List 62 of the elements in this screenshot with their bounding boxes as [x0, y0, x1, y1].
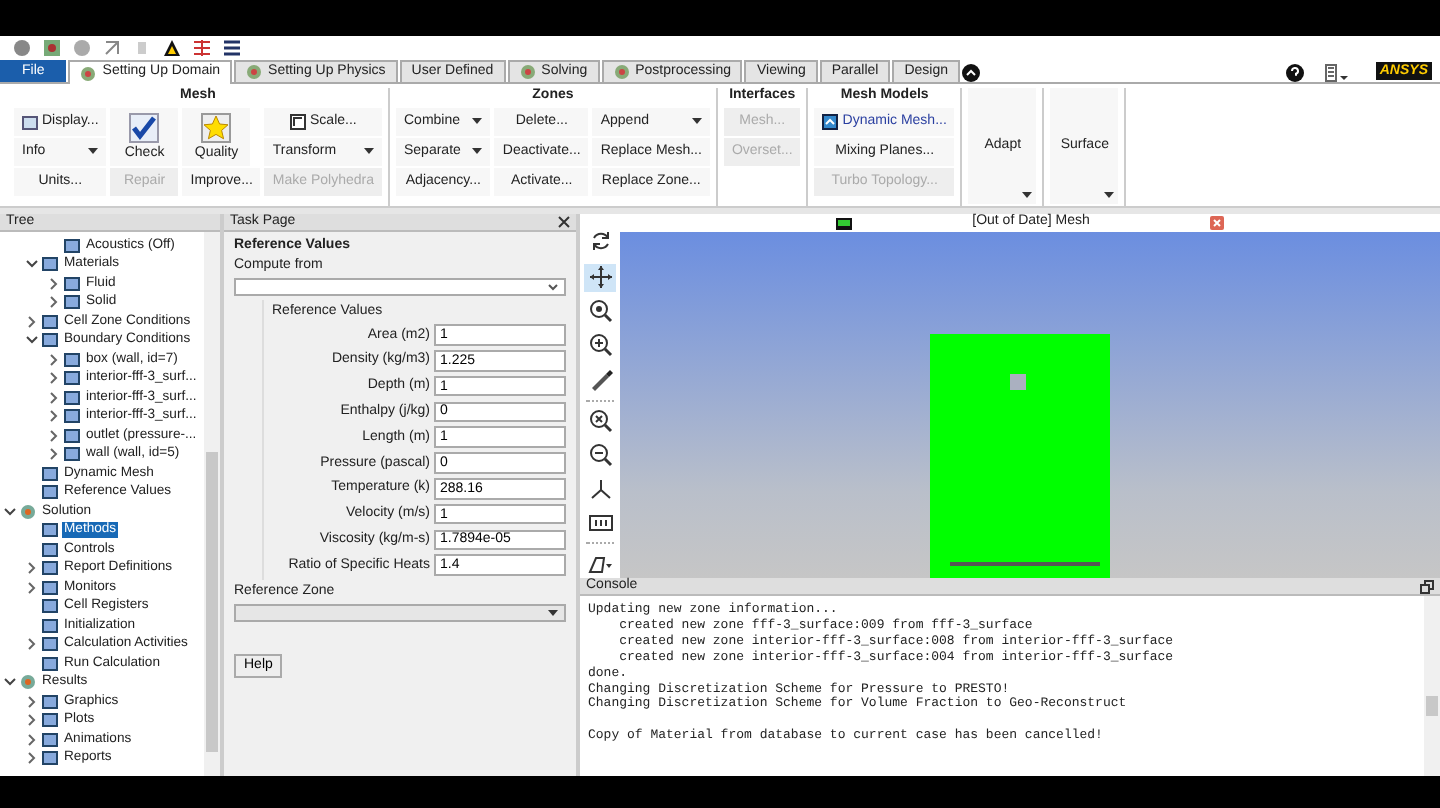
zoom-area-icon: [587, 407, 613, 434]
scrollbar[interactable]: [1424, 596, 1440, 776]
expander-icon[interactable]: [48, 410, 60, 423]
star-icon: [200, 111, 233, 144]
caret-icon: [472, 148, 483, 156]
expander-icon[interactable]: [26, 638, 38, 651]
tree-node-icon: [42, 256, 58, 273]
probe-icon: [587, 366, 613, 393]
expander-icon[interactable]: [26, 315, 38, 328]
toolbar-tool-icon[interactable]: [222, 38, 242, 58]
help-icon[interactable]: [1285, 64, 1304, 82]
expander-icon[interactable]: [26, 752, 38, 765]
zoom-fit-icon: [587, 298, 613, 325]
display-icon: [22, 113, 38, 131]
scrollbar[interactable]: [204, 232, 220, 776]
expander-icon[interactable]: [26, 714, 38, 727]
tree-node-icon: [20, 503, 36, 520]
toolbar-button[interactable]: [584, 331, 616, 360]
tree-node-icon: [20, 674, 36, 691]
collapse-ribbon-icon[interactable]: [962, 64, 981, 82]
toolbar-tool-icon[interactable]: [162, 38, 182, 58]
close-icon[interactable]: [558, 216, 570, 228]
zoom-in-icon: [587, 332, 613, 359]
tree-node-icon: [64, 237, 80, 254]
toolbar-button[interactable]: [584, 263, 616, 292]
expander-icon[interactable]: [26, 562, 38, 575]
caret-icon: [364, 148, 374, 156]
restore-icon[interactable]: [1420, 579, 1434, 593]
zoom-out-icon: [587, 441, 613, 468]
layout-icon[interactable]: [1323, 64, 1348, 82]
caret-icon: [691, 118, 702, 126]
expander-icon[interactable]: [48, 429, 60, 442]
caret-icon: [88, 148, 99, 156]
pan-icon: [587, 264, 613, 291]
expander-icon[interactable]: [26, 581, 38, 594]
expander-icon[interactable]: [26, 334, 38, 347]
caret-icon: [1022, 192, 1033, 200]
expander-icon[interactable]: [26, 695, 38, 708]
expander-icon[interactable]: [26, 733, 38, 746]
viewport-icon: [836, 217, 853, 229]
expander-icon[interactable]: [48, 296, 60, 309]
frame-icon: [587, 509, 613, 536]
expander-icon[interactable]: [48, 391, 60, 404]
toolbar-button[interactable]: [584, 440, 616, 469]
expander-icon[interactable]: [26, 258, 38, 271]
toolbar-tool-icon[interactable]: [42, 38, 62, 58]
caret-icon: [472, 118, 483, 126]
expander-icon[interactable]: [4, 505, 16, 518]
toolbar-button[interactable]: [584, 407, 616, 435]
expander-icon[interactable]: [4, 676, 16, 689]
caret-icon: [548, 284, 558, 293]
toolbar-button[interactable]: [584, 297, 616, 326]
caret-icon: [548, 610, 558, 619]
checkmark-icon: [128, 111, 161, 144]
view-menu-icon: [587, 551, 613, 578]
expander-icon[interactable]: [48, 448, 60, 461]
expander-icon[interactable]: [48, 277, 60, 290]
expander-icon[interactable]: [48, 372, 60, 385]
caret-icon: [1104, 192, 1115, 200]
expander-icon[interactable]: [48, 353, 60, 366]
scale-icon: [290, 113, 307, 131]
axes-icon: [587, 475, 613, 502]
